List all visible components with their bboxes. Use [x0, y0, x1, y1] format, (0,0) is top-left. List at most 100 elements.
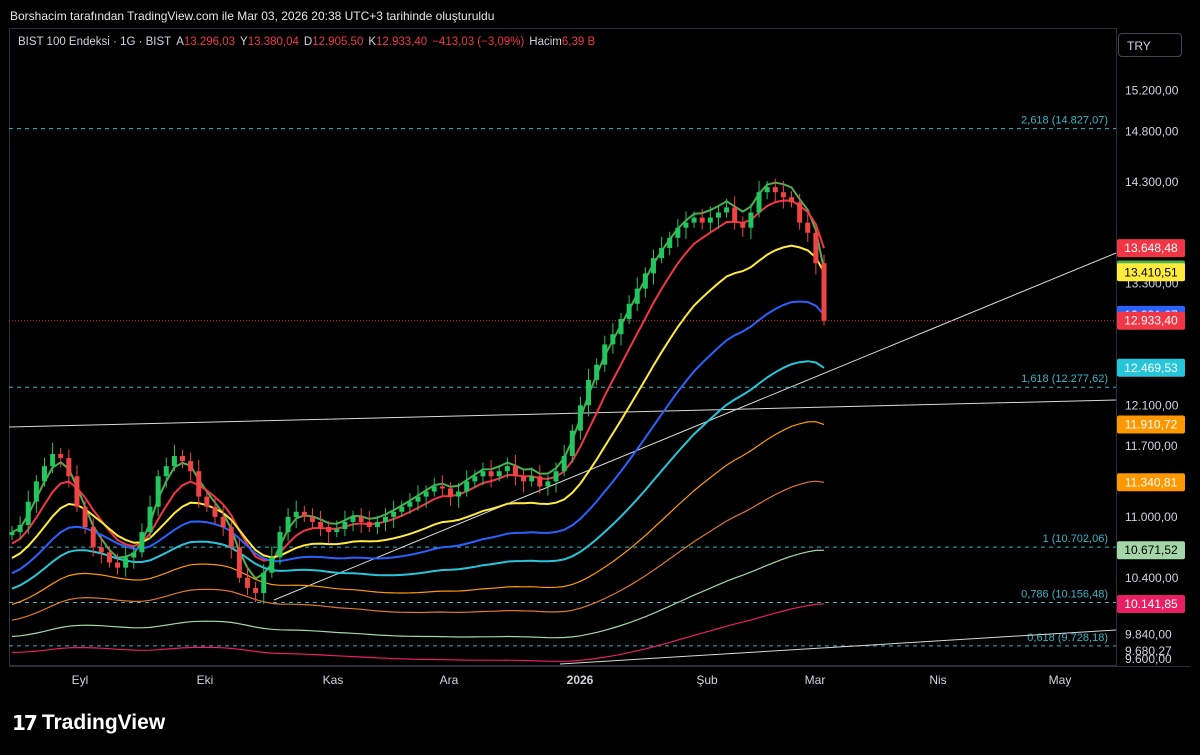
candle-body [253, 587, 259, 593]
candle-body [797, 202, 803, 223]
candle-body [715, 212, 721, 218]
candle-body [318, 521, 324, 528]
candle-body [439, 486, 445, 489]
fib-level-label: 2,618 (14.827,07) [1021, 115, 1108, 127]
candle-body [659, 248, 665, 259]
candle-body [634, 288, 640, 304]
candle-body [553, 471, 559, 482]
candle-body [220, 516, 226, 528]
candle-body [358, 516, 364, 522]
price-tick-label: 11.000,00 [1125, 510, 1178, 524]
candle-body [9, 532, 15, 536]
open-label: A [176, 36, 184, 48]
candle-body [350, 516, 356, 522]
candle-body [594, 364, 600, 380]
candle-body [131, 552, 137, 558]
candle-body [33, 481, 39, 502]
candle-body [537, 476, 543, 487]
candle-body [602, 344, 608, 365]
candle-body [155, 476, 161, 507]
candle-body [374, 521, 380, 528]
currency-button[interactable]: TRY [1118, 33, 1182, 57]
candle-body [163, 466, 169, 477]
candle-body [529, 476, 535, 482]
candle-body [521, 476, 527, 482]
candle-body [772, 187, 778, 193]
candle-body [496, 471, 502, 477]
candle-body [667, 237, 673, 248]
fib-level-label: 1 (10.702,06) [1043, 533, 1108, 545]
candle-body [504, 466, 510, 472]
candle-body [699, 217, 705, 223]
candle-body [244, 577, 250, 588]
candle-body [277, 532, 283, 558]
candle-body [269, 557, 275, 573]
price-tag-label: 13.410,51 [1124, 265, 1178, 279]
time-tick-label: May [1049, 673, 1072, 687]
price-tag-label: 11.340,81 [1125, 475, 1178, 489]
time-tick-label: Eki [197, 673, 214, 687]
candle-body [675, 227, 681, 238]
high-label: Y [240, 36, 248, 48]
candle-body [285, 516, 291, 533]
candle-body [326, 527, 332, 533]
candle-body [756, 192, 762, 213]
moving-average-line [11, 300, 825, 575]
candle-body [447, 488, 453, 497]
candle-body [512, 466, 518, 477]
candle-body [732, 207, 738, 223]
candle-body [707, 217, 713, 223]
candle-body [342, 521, 348, 530]
candle-body [813, 232, 819, 264]
candle-body [821, 263, 827, 321]
candle-body [309, 516, 315, 522]
tradingview-logo-icon: 17 [12, 711, 38, 735]
candle-body [147, 506, 153, 533]
ohlc-legend: BIST 100 Endeksi · 1G · BIST A13.296,03 … [18, 36, 595, 48]
price-tag-label: 11.910,72 [1125, 417, 1178, 431]
candle-body [399, 506, 405, 512]
price-tick-label: 9.600,00 [1125, 652, 1172, 666]
symbol-label[interactable]: BIST 100 Endeksi · 1G · BIST [18, 36, 171, 48]
change-value: −413,03 (−3,09%) [432, 36, 525, 48]
candle-body [610, 334, 616, 345]
candle-body [626, 303, 632, 320]
candle-body [691, 217, 697, 223]
time-tick-label: Şub [696, 673, 718, 687]
price-tick-label: 10.400,00 [1125, 571, 1179, 585]
time-tick-label: Ara [440, 673, 459, 687]
candle-body [415, 496, 421, 502]
candle-body [391, 511, 397, 517]
price-tick-label: 9.840,00 [1125, 628, 1172, 642]
close-label: K [368, 36, 377, 48]
candle-body [569, 430, 575, 456]
time-tick-label: Nis [929, 673, 946, 687]
candle-body [407, 501, 413, 507]
chart-svg[interactable]: 15.200,0014.800,0014.300,0013.300,0012.1… [0, 0, 1200, 690]
price-tag-label: 10.671,52 [1124, 543, 1178, 557]
candle-body [650, 258, 656, 274]
candle-body [236, 547, 242, 578]
candle-body [618, 319, 624, 335]
lower-trendline [559, 629, 1117, 665]
candle-body [488, 471, 494, 477]
time-tick-label: Kas [323, 673, 344, 687]
candle-body [724, 207, 730, 213]
candle-body [82, 506, 88, 528]
tradingview-brand: 17 TradingView [12, 711, 165, 735]
candle-body [456, 491, 462, 497]
time-tick-label: Mar [805, 673, 826, 687]
candle-body [50, 453, 56, 467]
candle-body [98, 547, 104, 553]
candle-body [472, 476, 478, 482]
candle-body [212, 506, 218, 517]
candle-body [41, 466, 47, 482]
price-tag-label: 13.648,48 [1124, 241, 1178, 255]
volume-value: 6,39 B [561, 36, 596, 48]
price-tick-label: 11.700,00 [1125, 439, 1178, 453]
price-tag-label: 12.469,53 [1124, 361, 1178, 375]
brand-name: TradingView [41, 711, 166, 734]
candle-body [334, 529, 340, 533]
candle-body [780, 192, 786, 198]
candle-body [66, 458, 72, 477]
